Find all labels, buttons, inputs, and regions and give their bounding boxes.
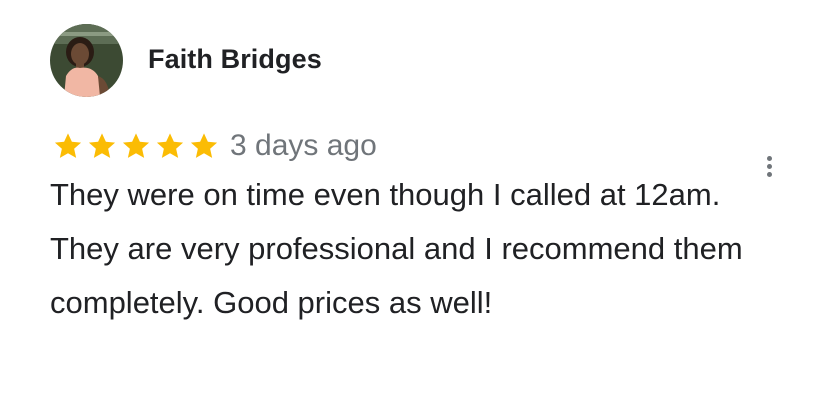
avatar-image	[50, 24, 123, 97]
star-rating	[52, 130, 220, 162]
more-vert-icon	[766, 155, 772, 177]
star-icon	[88, 133, 116, 158]
star-icon	[156, 133, 184, 158]
star-icon	[122, 133, 150, 158]
more-options-button[interactable]	[756, 148, 782, 184]
avatar[interactable]	[50, 24, 123, 97]
review-text: They were on time even though I called a…	[50, 177, 743, 320]
review-date: 3 days ago	[230, 129, 377, 162]
star-icon	[54, 133, 82, 158]
rating-row: 3 days ago	[52, 126, 377, 166]
author-name[interactable]: Faith Bridges	[148, 42, 322, 76]
review-card: Faith Bridges 3 days ago They were on ti…	[0, 0, 830, 400]
star-icon	[190, 133, 218, 158]
